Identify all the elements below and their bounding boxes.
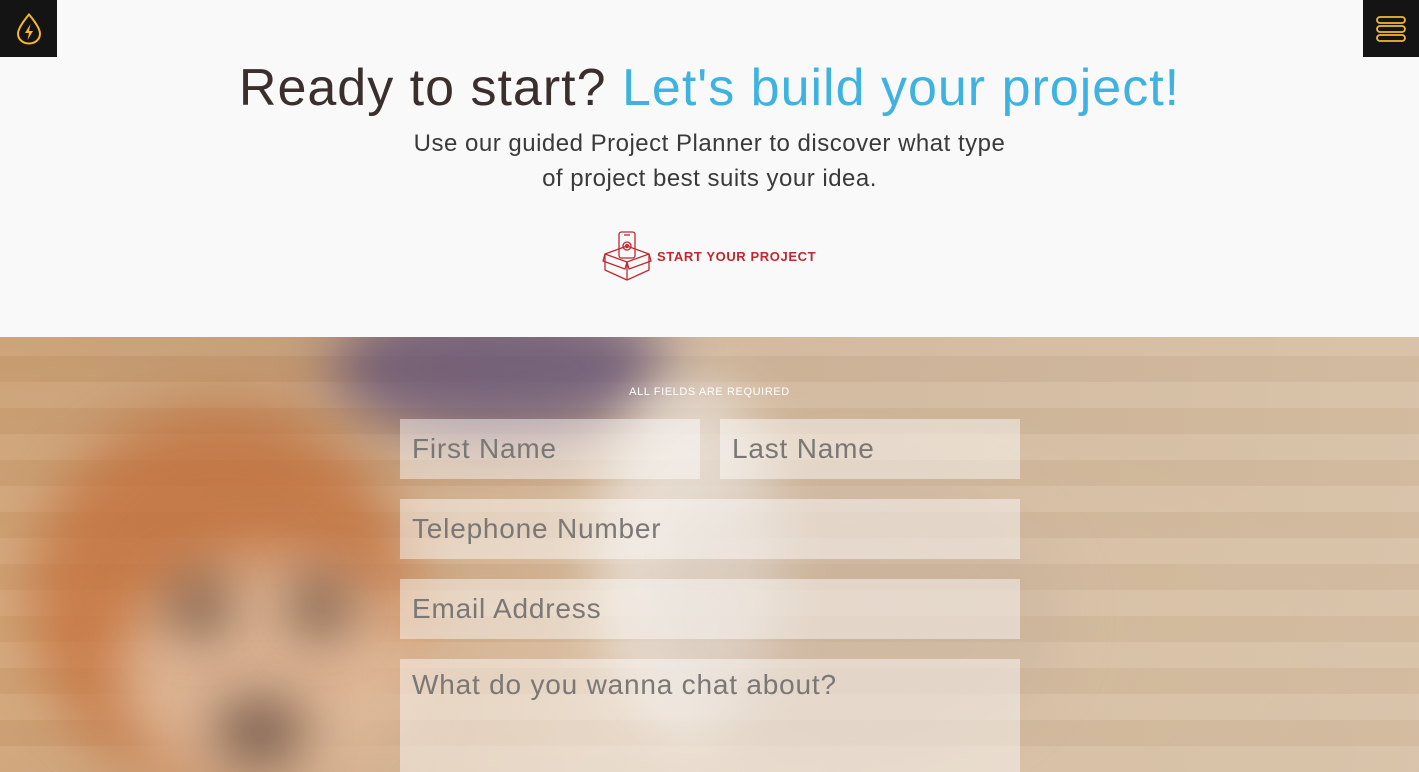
subtext-line-1: Use our guided Project Planner to discov…: [413, 130, 1006, 157]
hero-section: Ready to start? Let's build your project…: [0, 0, 1419, 337]
hero-subtext: Use our guided Project Planner to discov…: [384, 126, 1035, 196]
hamburger-menu-icon: [1376, 15, 1406, 42]
first-name-input[interactable]: [400, 419, 700, 479]
box-phone-icon: [602, 231, 652, 281]
headline-highlight: Let's build your project!: [621, 59, 1181, 117]
last-name-input[interactable]: [720, 419, 1020, 479]
contact-form-section: ALL FIELDS ARE REQUIRED: [0, 337, 1419, 772]
start-project-button[interactable]: START YOUR PROJECT: [602, 230, 816, 282]
subtext-line-2: of project best suits your idea.: [542, 165, 877, 192]
telephone-input[interactable]: [400, 499, 1020, 559]
menu-button[interactable]: [1363, 0, 1419, 57]
lightning-drop-icon: [16, 12, 41, 45]
required-fields-note: ALL FIELDS ARE REQUIRED: [629, 386, 790, 398]
start-project-label: START YOUR PROJECT: [657, 248, 817, 264]
email-input[interactable]: [400, 579, 1020, 639]
logo-button[interactable]: [0, 0, 57, 57]
page-title: Ready to start? Let's build your project…: [0, 56, 1419, 120]
message-textarea[interactable]: [400, 659, 1020, 772]
headline-question: Ready to start?: [238, 59, 607, 117]
